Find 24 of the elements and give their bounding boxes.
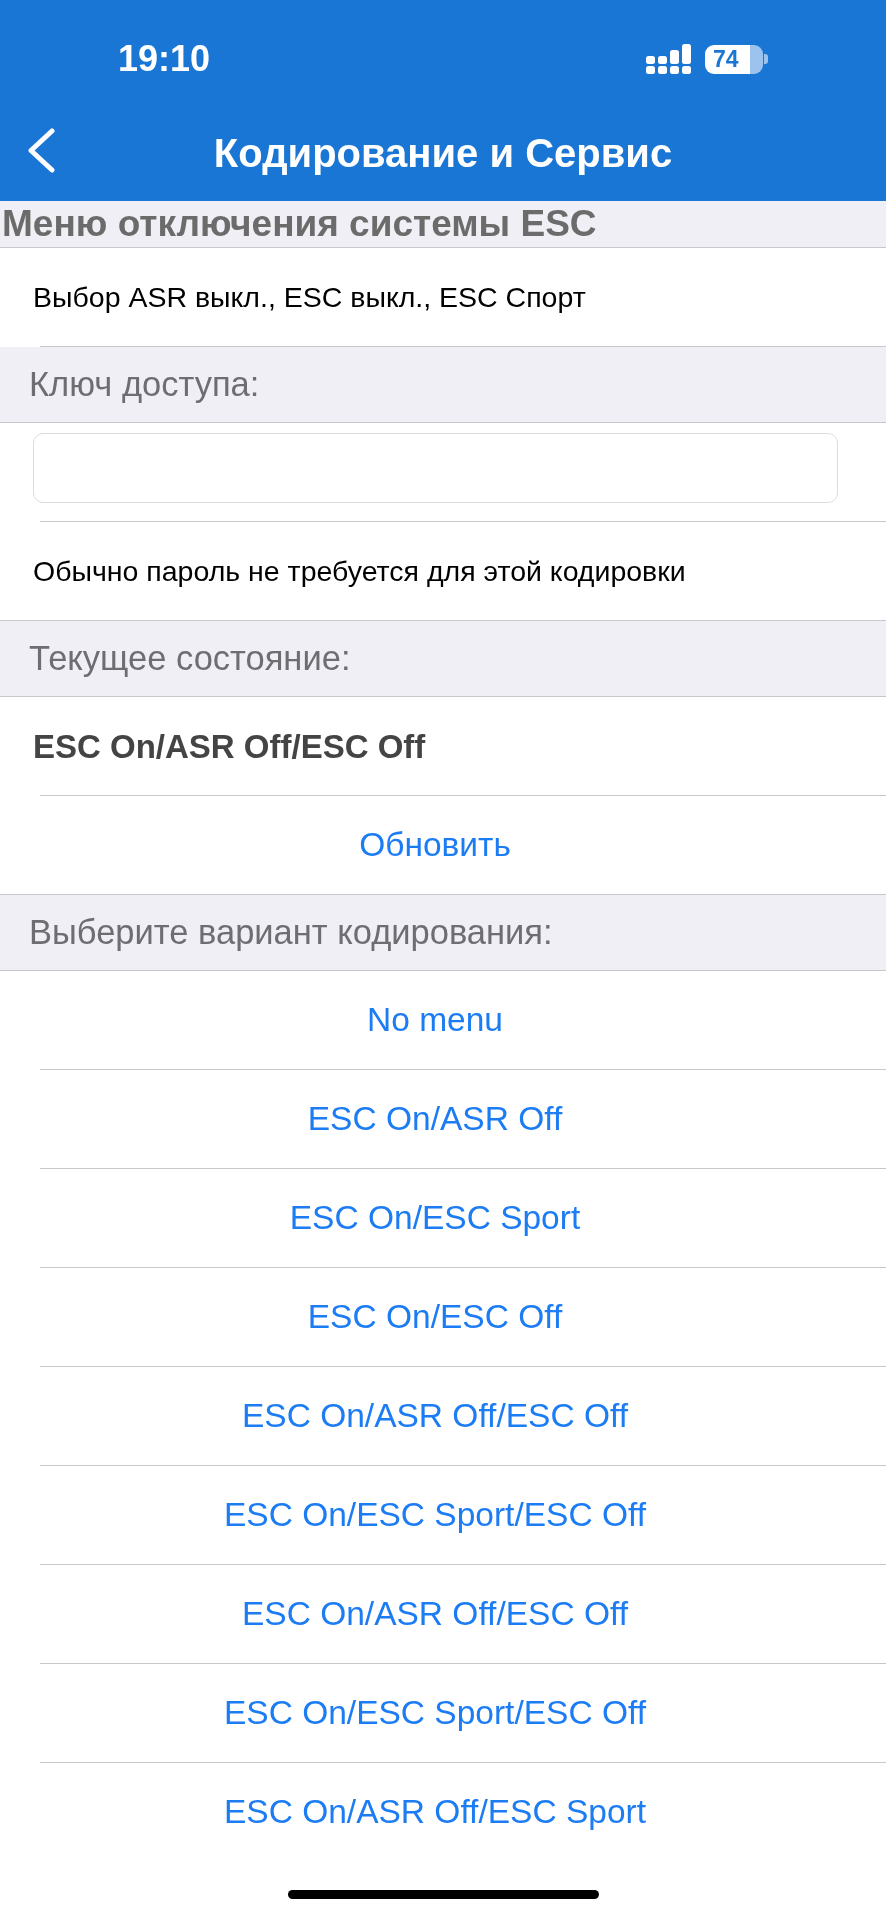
access-key-field[interactable] xyxy=(33,433,838,503)
section-header: Текущее состояние: xyxy=(29,637,351,679)
description-text: Обычно пароль не требуется для этой кодировки xyxy=(32,554,686,589)
option-button[interactable]: No menu xyxy=(367,1000,503,1041)
option-button[interactable]: ESC On/ASR Off xyxy=(307,1099,563,1140)
back-icon xyxy=(27,128,56,173)
option-button[interactable]: ESC On/ESC Sport/ESC Off xyxy=(224,1495,646,1536)
status-time: 19:10 xyxy=(118,41,211,77)
battery-indicator: 74 xyxy=(705,44,768,74)
screen-title: Кодирование и Сервис xyxy=(213,130,673,177)
option-button[interactable]: ESC On/ASR Off/ESC Off xyxy=(242,1594,628,1635)
page-heading: Меню отключения системы ESC xyxy=(2,202,597,246)
option-button[interactable]: ESC On/ESC Off xyxy=(307,1297,563,1338)
option-button[interactable]: ESC On/ESC Sport/ESC Off xyxy=(224,1693,646,1734)
option-button[interactable]: ESC On/ESC Sport xyxy=(289,1198,581,1239)
section-header: Ключ доступа: xyxy=(29,363,260,405)
refresh-button[interactable]: Обновить xyxy=(359,825,511,866)
current-state-text: ESC On/ASR Off/ESC Off xyxy=(32,726,426,767)
description-text: Выбор ASR выкл., ESC выкл., ESC Спорт xyxy=(32,280,586,315)
back-button[interactable] xyxy=(27,128,56,173)
option-button[interactable]: ESC On/ASR Off/ESC Sport xyxy=(224,1792,646,1833)
signal-icon xyxy=(646,44,691,74)
option-button[interactable]: ESC On/ASR Off/ESC Off xyxy=(242,1396,628,1437)
section-header: Выберите вариант кодирования: xyxy=(29,911,553,953)
